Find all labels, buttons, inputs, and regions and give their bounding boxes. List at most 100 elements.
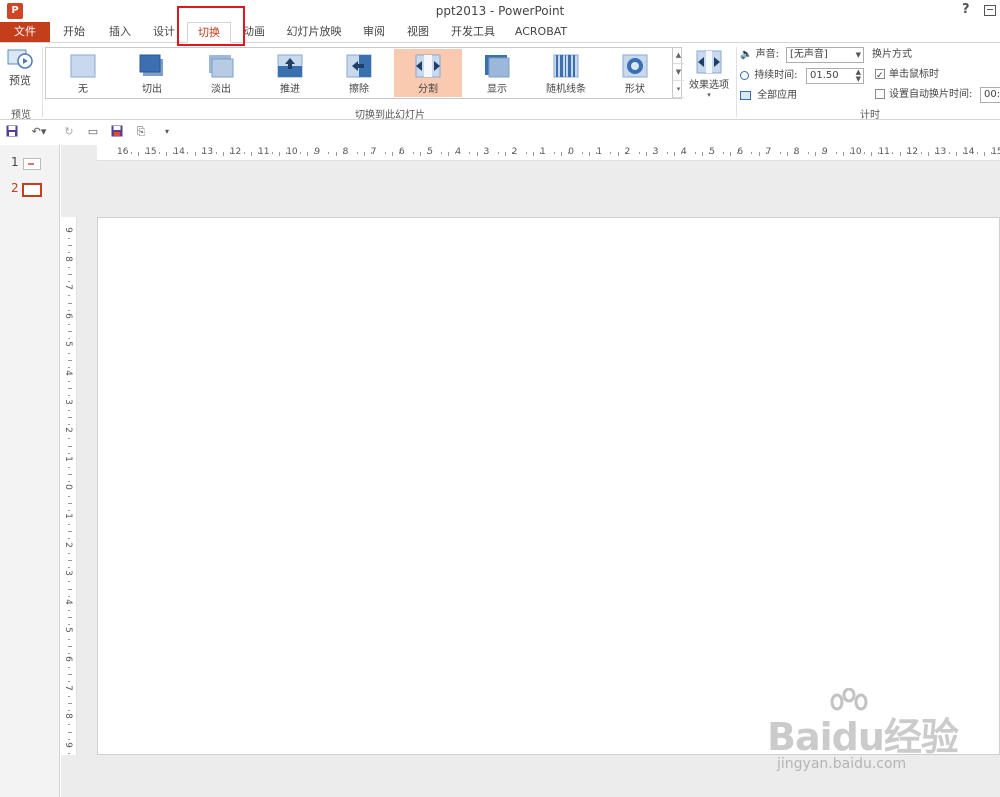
ruler-tick (68, 273, 72, 275)
ruler-tick (561, 152, 563, 156)
ruler-tick (751, 152, 753, 154)
ruler-tick-label: 3 (62, 398, 73, 405)
ruler-tick-label: 15 (145, 147, 157, 157)
ruler-tick (610, 152, 612, 154)
ruler-tick (300, 152, 302, 154)
transition-random-bars-label: 随机线条 (546, 84, 586, 95)
ruler-tick-label: 0 (62, 484, 73, 491)
slide-canvas[interactable] (97, 217, 1000, 755)
ruler-tick-label: 6 (62, 312, 73, 319)
ruler-tick (786, 152, 788, 156)
random-bars-transition-icon (553, 54, 579, 78)
spinner-icon[interactable]: ▲ ▼ (856, 69, 861, 83)
push-transition-icon (277, 54, 303, 78)
apply-all-button[interactable]: 全部应用 (740, 87, 797, 105)
ruler-tick-label: 12 (906, 147, 919, 157)
tab-review[interactable]: 审阅 (352, 22, 396, 42)
redo-icon[interactable]: ↻ (62, 125, 76, 139)
ruler-tick (363, 152, 365, 156)
ruler-tick (138, 152, 140, 156)
save-icon[interactable] (5, 125, 19, 139)
transition-fade[interactable]: 淡出 (187, 49, 255, 97)
ruler-tick (68, 323, 70, 325)
preview-button[interactable]: 预览 (4, 48, 36, 94)
reveal-transition-icon (485, 55, 510, 78)
effect-options-button[interactable]: 效果选项 ▾ (686, 47, 732, 101)
slide-thumbnail[interactable] (23, 158, 41, 170)
ruler-tick (68, 416, 72, 418)
sound-select[interactable]: [无声音] ▼ (786, 47, 864, 63)
duration-input[interactable]: 01.50 ▲ ▼ (806, 68, 864, 84)
annotation-highlight-box (177, 6, 245, 46)
transition-reveal[interactable]: 显示 (463, 49, 531, 97)
ruler-tick (68, 638, 70, 640)
tab-file[interactable]: 文件 (0, 22, 50, 42)
ruler-tick (836, 152, 838, 154)
split-transition-icon (415, 54, 441, 78)
transition-random-bars[interactable]: 随机线条 (532, 49, 600, 97)
slideshow-start-icon[interactable]: ▭ (86, 125, 100, 139)
transition-none[interactable]: 无 (49, 49, 117, 97)
help-button[interactable]: ? (962, 2, 970, 17)
save-as-icon[interactable] (110, 125, 124, 139)
tab-insert[interactable]: 插入 (98, 22, 142, 42)
transition-split[interactable]: 分割 (394, 49, 462, 97)
ruler-tick (194, 152, 196, 156)
undo-icon[interactable]: ↶▾ (28, 125, 50, 139)
transition-wipe[interactable]: 擦除 (325, 49, 393, 97)
tab-acrobat[interactable]: ACROBAT (508, 22, 574, 42)
slide-thumbnails-pane: 1 2 (0, 145, 60, 797)
transition-push[interactable]: 推进 (256, 49, 324, 97)
after-time-label: 设置自动换片时间: (889, 89, 973, 100)
ruler-tick-label: 7 (62, 284, 73, 291)
ruler-tick-label: 1 (596, 147, 603, 157)
transition-shape[interactable]: 形状 (601, 49, 669, 97)
ruler-tick (391, 152, 393, 156)
watermark: Baidu经验 jingyan.baidu.com (767, 688, 987, 788)
ruler-tick (68, 645, 72, 647)
ruler-tick-label: 5 (62, 341, 73, 348)
gallery-scroll-down-icon[interactable]: ▼ (673, 64, 684, 81)
tab-slideshow[interactable]: 幻灯片放映 (280, 22, 348, 42)
gallery-scroll-up-icon[interactable]: ▲ (673, 47, 684, 64)
thumbnail-content (28, 163, 34, 165)
ruler-tick (68, 538, 70, 540)
tab-developer[interactable]: 开发工具 (444, 22, 502, 42)
after-time-input[interactable]: 00:0 (980, 87, 1000, 103)
ruler-tick (243, 152, 245, 154)
after-time-checkbox[interactable]: 设置自动换片时间: (875, 86, 972, 104)
ruler-tick (68, 524, 70, 526)
transition-push-label: 推进 (280, 84, 300, 95)
ruler-tick (413, 152, 415, 154)
gallery-more-icon[interactable]: ▾ (673, 81, 684, 98)
ruler-tick-label: 12 (229, 147, 242, 157)
ruler-tick (68, 474, 72, 476)
ruler-tick (68, 481, 70, 483)
preview-icon (7, 49, 33, 69)
ruler-tick-label: 7 (62, 684, 73, 691)
transition-cut[interactable]: 切出 (118, 49, 186, 97)
tab-home[interactable]: 开始 (52, 22, 96, 42)
ribbon-display-options-icon[interactable] (984, 5, 996, 16)
copy-icon[interactable]: ⎘ (134, 125, 148, 139)
ruler-tick (68, 359, 72, 361)
slide-thumbnail-selected[interactable] (22, 183, 42, 197)
thumbnail-number: 2 (11, 181, 19, 195)
ruler-tick (335, 152, 337, 156)
ruler-tick (131, 152, 133, 154)
ruler-tick (730, 152, 732, 156)
ruler-tick (617, 152, 619, 156)
shape-transition-icon (622, 54, 648, 78)
ruler-tick (441, 152, 443, 154)
timing-controls: 🔈 声音: [无声音] ▼ 持续时间: 01.50 ▲ ▼ 全部应用 (740, 45, 870, 105)
ribbon-tabs: 文件 开始 插入 设计 切换 动画 幻灯片放映 审阅 视图 开发工具 ACROB… (0, 22, 1000, 43)
ruler-tick-label: 9 (822, 147, 828, 157)
ruler-tick-label: 9 (62, 227, 73, 233)
ruler-tick (159, 152, 161, 154)
tab-view[interactable]: 视图 (396, 22, 440, 42)
on-click-checkbox[interactable]: 单击鼠标时 (875, 66, 939, 85)
transition-fade-label: 淡出 (211, 84, 231, 95)
ruler-tick (476, 152, 478, 156)
duration-row: 持续时间: (740, 67, 798, 85)
customize-qat-icon[interactable]: ▾ (160, 125, 174, 139)
